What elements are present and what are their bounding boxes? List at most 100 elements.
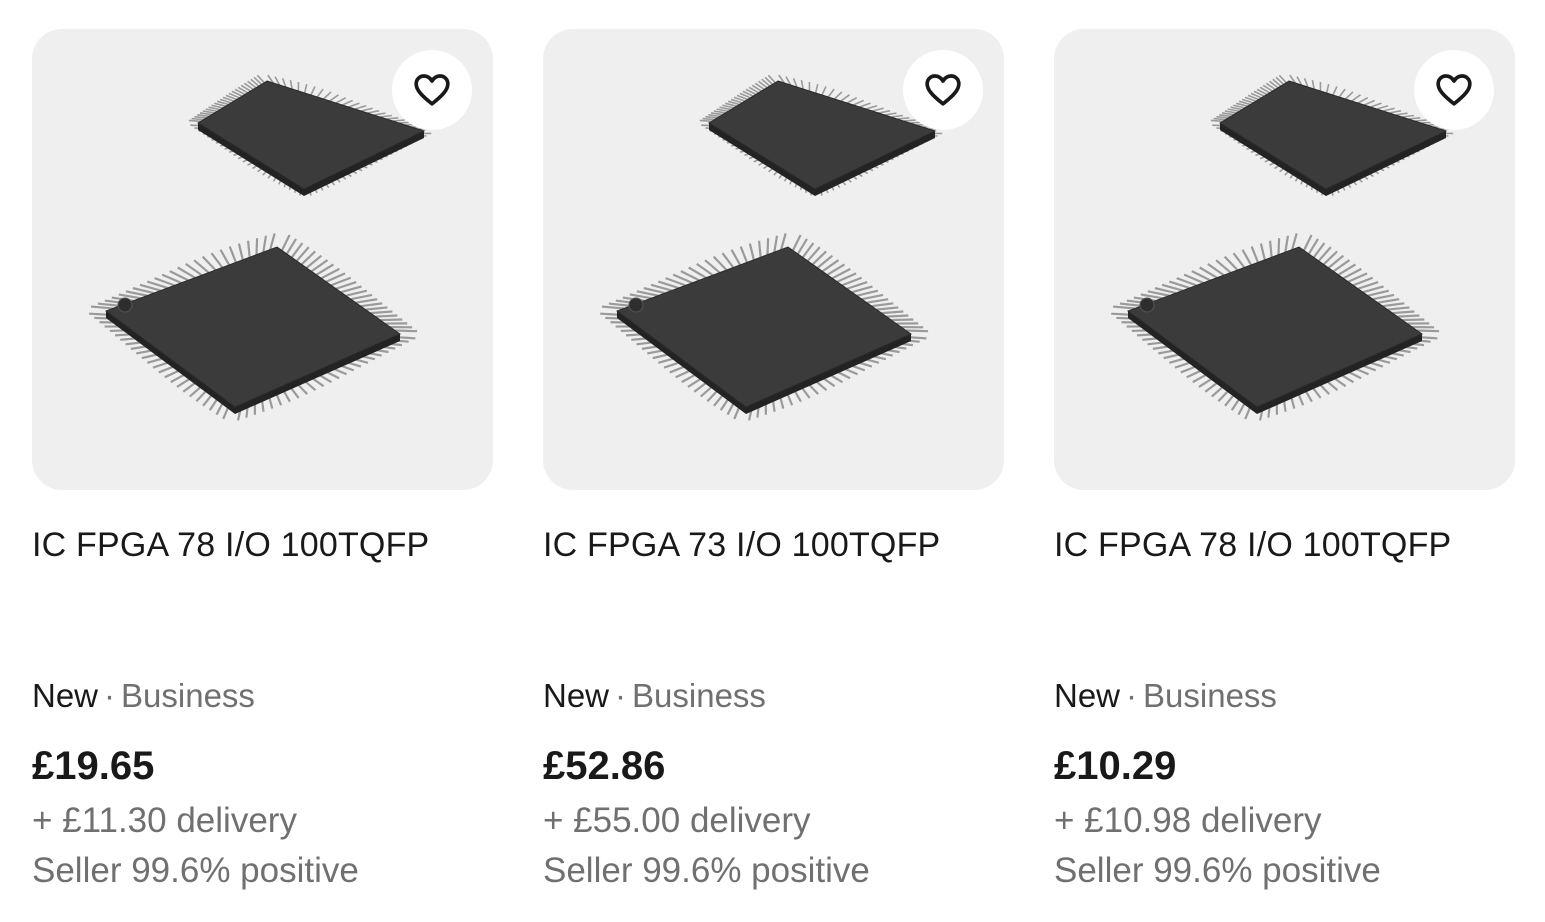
heart-icon xyxy=(1436,74,1472,106)
listing-title-link[interactable]: IC FPGA 78 I/O 100TQFP xyxy=(32,525,493,565)
chip-body xyxy=(1126,246,1424,408)
condition-label: New xyxy=(543,677,610,714)
chip-lead xyxy=(1210,119,1223,123)
seller-type-label: Business xyxy=(121,677,255,714)
chip-lead xyxy=(210,252,224,269)
chip-lead xyxy=(370,310,393,315)
listing-title-link[interactable]: IC FPGA 73 I/O 100TQFP xyxy=(543,525,1004,565)
listing-title-link[interactable]: IC FPGA 78 I/O 100TQFP xyxy=(1054,525,1515,565)
product-image[interactable] xyxy=(543,29,1004,490)
chip-lead xyxy=(246,240,251,258)
chip-lead xyxy=(303,83,308,94)
chip-lead xyxy=(191,117,204,121)
product-image[interactable] xyxy=(1054,29,1515,490)
chip-lead xyxy=(310,86,316,96)
chip-body xyxy=(615,246,913,408)
chip-lead xyxy=(748,243,755,261)
chip-lead xyxy=(1302,234,1313,251)
chip-lead xyxy=(386,116,399,120)
pin1-marker xyxy=(1139,297,1155,313)
chip-lead xyxy=(1401,114,1414,118)
watch-button[interactable] xyxy=(1414,50,1494,130)
chip-lead xyxy=(881,310,904,315)
chip-lead xyxy=(1284,235,1290,253)
chip-lead xyxy=(1392,310,1415,315)
chip-lead xyxy=(780,233,787,250)
chip-lead xyxy=(800,79,804,90)
delivery-cost: + £11.30 delivery xyxy=(32,801,297,840)
chip-lead xyxy=(1376,104,1389,110)
chip-lead xyxy=(1402,318,1425,322)
chip-lead xyxy=(335,96,347,104)
chip-lead xyxy=(90,305,113,310)
chip-lead xyxy=(219,249,231,266)
chip-lead xyxy=(1387,306,1410,311)
chip-lead xyxy=(392,119,405,122)
listing-subtitle: New · Business xyxy=(32,676,255,716)
chip-lead xyxy=(713,110,726,114)
chip-lead xyxy=(1357,96,1369,104)
chip-lead xyxy=(1307,238,1319,255)
chip-lead xyxy=(773,235,779,253)
chip-lead xyxy=(1383,107,1395,112)
chip-lead xyxy=(380,318,403,322)
seller-feedback: Seller 99.6% positive xyxy=(32,851,359,890)
condition-label: New xyxy=(1054,677,1121,714)
chip-lead xyxy=(197,114,210,118)
chip-lead xyxy=(280,234,291,251)
watch-button[interactable] xyxy=(392,50,472,130)
chip-lead xyxy=(188,119,201,123)
seller-feedback: Seller 99.6% positive xyxy=(543,851,870,890)
price: £10.29 xyxy=(1054,744,1177,788)
chip-lead xyxy=(903,119,916,122)
separator-dot: · xyxy=(1126,677,1138,714)
chip-lead xyxy=(1219,114,1232,118)
chip-lead xyxy=(730,249,742,266)
chip-lead xyxy=(367,109,380,114)
chip-lead xyxy=(702,117,715,121)
pin1-marker xyxy=(117,297,133,313)
chip-lead xyxy=(1147,290,1170,297)
chip-lead xyxy=(629,293,652,300)
listing-card: IC FPGA 73 I/O 100TQFP New · Business £52.… xyxy=(543,29,1004,899)
chip-lead xyxy=(859,102,871,108)
chip-lead xyxy=(872,107,884,112)
chip-lead xyxy=(856,289,879,297)
listing-subtitle: New · Business xyxy=(1054,676,1277,716)
price: £19.65 xyxy=(32,744,155,788)
chip-lead xyxy=(710,112,723,116)
chip-lead xyxy=(1389,109,1402,114)
chip-lead xyxy=(395,329,418,333)
watch-button[interactable] xyxy=(903,50,983,130)
pin1-marker xyxy=(628,297,644,313)
chip-lead xyxy=(853,99,865,106)
chip-lead xyxy=(237,243,244,261)
chip-lead xyxy=(699,119,712,123)
chip-lead xyxy=(1351,94,1361,102)
chip-lead xyxy=(861,293,884,301)
chip-body xyxy=(104,246,402,408)
chip-lead xyxy=(1408,116,1421,120)
chip-lead xyxy=(329,94,339,102)
chip-lead xyxy=(1364,99,1376,106)
chip-lead xyxy=(379,114,392,118)
listing-grid: IC FPGA 78 I/O 100TQFP New · Business £19.… xyxy=(32,29,1516,909)
heart-icon xyxy=(414,74,450,106)
chip-lead xyxy=(354,104,367,110)
chip-lead xyxy=(340,285,362,294)
chip-lead xyxy=(194,115,207,119)
listing-card: IC FPGA 78 I/O 100TQFP New · Business £19.… xyxy=(32,29,493,899)
listing-card: IC FPGA 78 I/O 100TQFP New · Business £10.… xyxy=(1054,29,1515,899)
chip-lead xyxy=(373,112,386,116)
chip-lead xyxy=(757,240,762,258)
chip-lead xyxy=(878,109,891,114)
chip-lead xyxy=(125,290,148,297)
product-image[interactable] xyxy=(32,29,493,490)
chip-lead xyxy=(1119,302,1142,307)
separator-dot: · xyxy=(615,677,627,714)
chip-lead xyxy=(636,290,659,297)
chip-lead xyxy=(342,99,354,106)
chip-lead xyxy=(202,110,215,114)
chip-lead xyxy=(97,302,120,307)
chip-lead xyxy=(1291,233,1298,250)
